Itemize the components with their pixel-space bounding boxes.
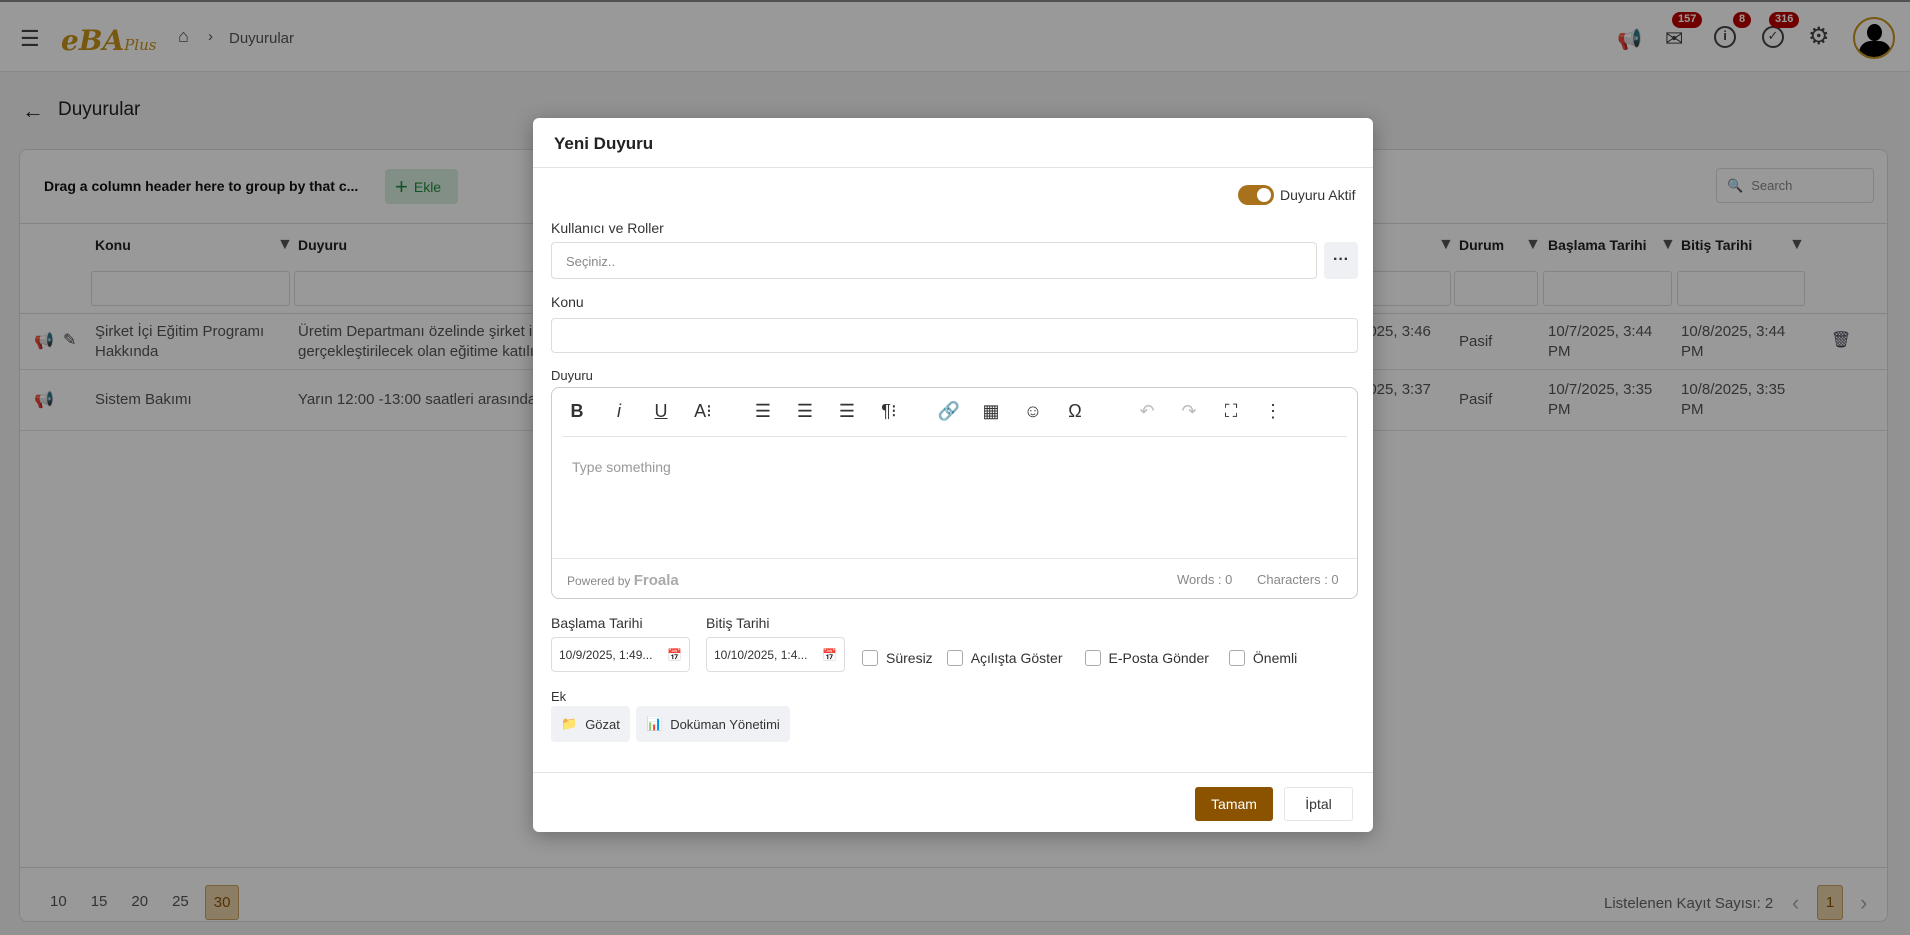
- browse-button[interactable]: 📁 Gözat: [551, 706, 630, 742]
- character-count: Characters : 0: [1257, 572, 1339, 587]
- cancel-button[interactable]: İptal: [1284, 787, 1353, 821]
- font-size-icon[interactable]: A⁝: [688, 401, 718, 422]
- onemli-checkbox[interactable]: [1228, 650, 1245, 666]
- fullscreen-icon[interactable]: ⛶: [1216, 401, 1246, 422]
- suresiz-checkbox[interactable]: [862, 650, 878, 666]
- start-date-input[interactable]: 10/9/2025, 1:49... 📅: [551, 637, 690, 672]
- dialog-title: Yeni Duyuru: [554, 134, 654, 153]
- align-center-icon[interactable]: ☰: [790, 401, 820, 422]
- link-icon[interactable]: 🔗: [934, 401, 964, 422]
- undo-icon[interactable]: ↶: [1132, 401, 1162, 422]
- more-options-button[interactable]: ···: [1324, 242, 1358, 279]
- more-toolbar-icon[interactable]: ⋮: [1258, 401, 1288, 422]
- redo-icon[interactable]: ↷: [1174, 401, 1204, 422]
- document-management-button[interactable]: 📊 Doküman Yönetimi: [636, 706, 790, 742]
- active-toggle-label: Duyuru Aktif: [1280, 187, 1356, 203]
- document-icon: 📊: [646, 716, 663, 731]
- new-announcement-dialog: Yeni Duyuru Duyuru Aktif Kullanıcı ve Ro…: [533, 118, 1373, 832]
- konu-input[interactable]: [551, 318, 1358, 353]
- emoji-icon[interactable]: ☺: [1018, 401, 1048, 422]
- editor-toolbar: B i U A⁝ ☰ ☰ ☰ ¶⁝ 🔗 ▦ ☺ Ω ↶ ↷ ⛶ ⋮: [562, 401, 1288, 422]
- powered-by[interactable]: Powered by Froala: [567, 572, 679, 589]
- options-checkboxes: Süresiz Açılışta Göster E-Posta Gönder Ö…: [862, 650, 1297, 666]
- calendar-icon[interactable]: 📅: [822, 648, 837, 662]
- calendar-icon[interactable]: 📅: [667, 648, 682, 662]
- paragraph-format-icon[interactable]: ¶⁝: [874, 401, 904, 422]
- start-date-label: Başlama Tarihi: [551, 615, 643, 631]
- underline-icon[interactable]: U: [646, 401, 676, 422]
- folder-icon: 📁: [561, 716, 578, 731]
- duyuru-label: Duyuru: [551, 368, 593, 383]
- word-count: Words : 0: [1177, 572, 1233, 587]
- konu-label: Konu: [551, 294, 584, 310]
- users-label: Kullanıcı ve Roller: [551, 220, 664, 236]
- acilista-goster-checkbox[interactable]: [946, 650, 963, 666]
- end-date-label: Bitiş Tarihi: [706, 615, 770, 631]
- active-toggle[interactable]: [1238, 185, 1274, 205]
- align-right-icon[interactable]: ☰: [832, 401, 862, 422]
- attachment-label: Ek: [551, 689, 567, 704]
- bold-icon[interactable]: B: [562, 401, 592, 422]
- special-character-icon[interactable]: Ω: [1060, 401, 1090, 422]
- end-date-input[interactable]: 10/10/2025, 1:4... 📅: [706, 637, 845, 672]
- align-left-icon[interactable]: ☰: [748, 401, 778, 422]
- rich-text-editor: B i U A⁝ ☰ ☰ ☰ ¶⁝ 🔗 ▦ ☺ Ω ↶ ↷ ⛶ ⋮ Type s…: [551, 387, 1358, 599]
- italic-icon[interactable]: i: [604, 401, 634, 422]
- table-icon[interactable]: ▦: [976, 401, 1006, 422]
- users-roles-select[interactable]: Seçiniz..: [551, 242, 1317, 279]
- editor-content[interactable]: Type something: [572, 459, 671, 475]
- ok-button[interactable]: Tamam: [1195, 787, 1273, 821]
- eposta-gonder-checkbox[interactable]: [1084, 650, 1101, 666]
